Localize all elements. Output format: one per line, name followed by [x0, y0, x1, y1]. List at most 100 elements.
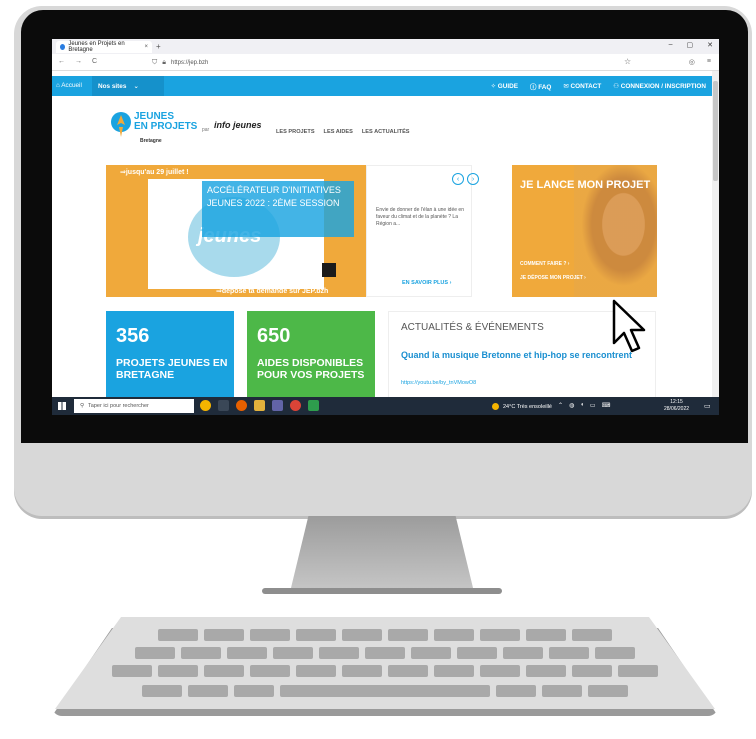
maximize-button[interactable]: ▢: [687, 41, 694, 49]
chevron-down-icon: ⌄: [128, 83, 139, 90]
site-navigation: ⌂ Accueil Nos sites ⌄ ✧ GUIDE ⓘ FAQ ✉ CO…: [52, 76, 712, 96]
taskbar-apps: [200, 400, 319, 411]
reload-button[interactable]: C: [92, 58, 97, 65]
stat-number: 650: [257, 325, 291, 347]
nav-login-link[interactable]: ⚇ CONNEXION / INSCRIPTION: [613, 82, 706, 91]
weather-widget[interactable]: 24°C Très ensoleillé: [492, 403, 552, 410]
hero-slide[interactable]: ⇒jusqu'au 29 juillet ! jeunes ACCÉLÉRATE…: [106, 165, 366, 297]
system-tray: ⌃ ◍ ◖ ▭ ⌨: [558, 402, 610, 409]
new-tab-button[interactable]: +: [156, 42, 161, 51]
volume-icon[interactable]: ◖: [580, 402, 584, 409]
how-to-link[interactable]: COMMENT FAIRE ? ›: [520, 261, 569, 267]
pocket-icon[interactable]: ◎: [689, 58, 695, 66]
menu-projets[interactable]: LES PROJETS: [276, 129, 315, 135]
sun-icon: [492, 403, 499, 410]
url-text: https://jep.bzh: [170, 59, 209, 66]
notification-icon[interactable]: ▭: [704, 402, 711, 410]
stat-number: 356: [116, 325, 150, 347]
url-field[interactable]: ⛉ 🔒︎ https://jep.bzh: [152, 57, 632, 68]
keyboard-row: [55, 665, 715, 677]
keyboard: [55, 617, 715, 709]
cortana-icon[interactable]: [200, 400, 211, 411]
hero-caption: ACCÉLÉRATEUR D'INITIATIVES JEUNES 2022 :…: [202, 181, 354, 237]
stat-label: AIDES DISPONIBLES POUR VOS PROJETS: [257, 357, 365, 381]
tab-title: Jeunes en Projets en Bretagne: [68, 41, 125, 53]
partner-logo[interactable]: info jeunes: [214, 120, 262, 130]
logo-par: par: [202, 127, 210, 133]
logo-line2: EN PROJETS: [134, 121, 198, 132]
close-window-button[interactable]: ✕: [707, 41, 713, 49]
toolbar-right: ◎ ≡: [689, 58, 711, 66]
hero-deadline: ⇒jusqu'au 29 juillet !: [120, 169, 189, 176]
screen: Jeunes en Projets en Bretagne × + – ▢ ✕ …: [52, 39, 719, 415]
nav-faq-link[interactable]: ⓘ FAQ: [530, 82, 551, 91]
taskbar-search[interactable]: ⚲ Taper ici pour rechercher: [74, 399, 194, 413]
main-menu: LES PROJETS LES AIDES LES ACTUALITÉS: [276, 129, 410, 135]
menu-icon[interactable]: ≡: [707, 58, 711, 66]
nav-home-link[interactable]: ⌂ Accueil: [56, 82, 82, 89]
submit-project-link[interactable]: JE DÉPOSE MON PROJET ›: [520, 275, 586, 281]
task-view-icon[interactable]: [218, 400, 229, 411]
carousel-controls: ‹ ›: [452, 173, 479, 185]
slide-description-text: Envie de donner de l'élan à une idée en …: [376, 207, 464, 227]
windows-taskbar: ⚲ Taper ici pour rechercher 24°C Très en…: [52, 397, 719, 415]
nav-right-links: ✧ GUIDE ⓘ FAQ ✉ CONTACT ⚇ CONNEXION / IN…: [491, 82, 706, 91]
taskbar-search-placeholder: Taper ici pour rechercher: [88, 403, 149, 409]
keyboard-row: [55, 629, 715, 641]
nav-sites-label: Nos sites: [98, 83, 127, 90]
battery-icon[interactable]: ▭: [590, 402, 596, 409]
firefox-icon[interactable]: [236, 400, 247, 411]
learn-more-link[interactable]: EN SAVOIR PLUS ›: [402, 280, 451, 286]
menu-actualites[interactable]: LES ACTUALITÉS: [362, 129, 410, 135]
menu-aides[interactable]: LES AIDES: [324, 129, 353, 135]
nav-sites-dropdown[interactable]: Nos sites ⌄: [92, 76, 164, 96]
stat-aids-card[interactable]: 650 AIDES DISPONIBLES POUR VOS PROJETS: [247, 311, 375, 399]
nav-contact-link[interactable]: ✉ CONTACT: [563, 82, 601, 91]
news-heading: ACTUALITÉS & ÉVÉNEMENTS: [401, 322, 544, 333]
browser-tab-bar: Jeunes en Projets en Bretagne × + – ▢ ✕: [52, 39, 719, 54]
chevron-up-icon[interactable]: ⌃: [558, 402, 563, 409]
window-controls: – ▢ ✕: [669, 41, 713, 49]
logo-region: Bretagne: [140, 138, 162, 144]
site-logo-text[interactable]: JEUNES EN PROJETS: [134, 112, 197, 132]
chrome-icon[interactable]: [290, 400, 301, 411]
bookmark-star-icon[interactable]: ☆: [624, 57, 631, 66]
windows-start-icon[interactable]: [58, 402, 66, 410]
carousel-next-button[interactable]: ›: [467, 173, 479, 185]
back-button[interactable]: ←: [58, 58, 65, 65]
favicon-icon: [60, 44, 66, 50]
mouse-cursor-icon: [612, 299, 646, 353]
monitor-stand-base: [262, 588, 502, 594]
shield-icon: ⛉: [152, 58, 158, 66]
rocket-logo-icon[interactable]: [110, 111, 132, 139]
forward-button[interactable]: →: [75, 58, 82, 65]
hero-cta-text: ⇒dépose ta demande sur JEP.bzh: [216, 288, 329, 295]
search-icon: ⚲: [80, 403, 85, 409]
news-title-link[interactable]: Quand la musique Bretonne et hip-hop se …: [401, 350, 641, 361]
clock-time: 12:15: [670, 399, 683, 405]
address-bar-row: ← → C ⛉ 🔒︎ https://jep.bzh ☆ ◎ ≡: [52, 54, 719, 71]
nav-buttons: ← → C: [58, 58, 97, 65]
stat-projects-card[interactable]: 356 PROJETS JEUNES EN BRETAGNE: [106, 311, 234, 399]
taskbar-clock[interactable]: 12:15 28/06/2022: [664, 399, 689, 413]
page-scrollbar[interactable]: [712, 71, 719, 397]
keyboard-row: [55, 647, 715, 659]
app-icon[interactable]: [308, 400, 319, 411]
keyboard-icon[interactable]: ⌨: [602, 402, 611, 409]
files-icon[interactable]: [254, 400, 265, 411]
tab-close-icon[interactable]: ×: [144, 44, 148, 50]
weather-text: 24°C Très ensoleillé: [503, 403, 552, 410]
browser-tab[interactable]: Jeunes en Projets en Bretagne ×: [56, 41, 152, 53]
stat-label: PROJETS JEUNES EN BRETAGNE: [116, 357, 228, 381]
scrollbar-thumb[interactable]: [713, 81, 718, 181]
minimize-button[interactable]: –: [669, 41, 673, 49]
launch-project-card[interactable]: JE LANCE MON PROJET COMMENT FAIRE ? › JE…: [512, 165, 657, 297]
news-url-link[interactable]: https://youtu.be/by_tnVMowO8: [401, 380, 476, 386]
monitor-stand: [290, 516, 474, 592]
teams-icon[interactable]: [272, 400, 283, 411]
nav-guide-link[interactable]: ✧ GUIDE: [491, 82, 518, 91]
keyboard-row: [55, 685, 715, 697]
brittany-flag-icon: [322, 263, 336, 277]
carousel-prev-button[interactable]: ‹: [452, 173, 464, 185]
network-icon[interactable]: ◍: [569, 402, 574, 409]
